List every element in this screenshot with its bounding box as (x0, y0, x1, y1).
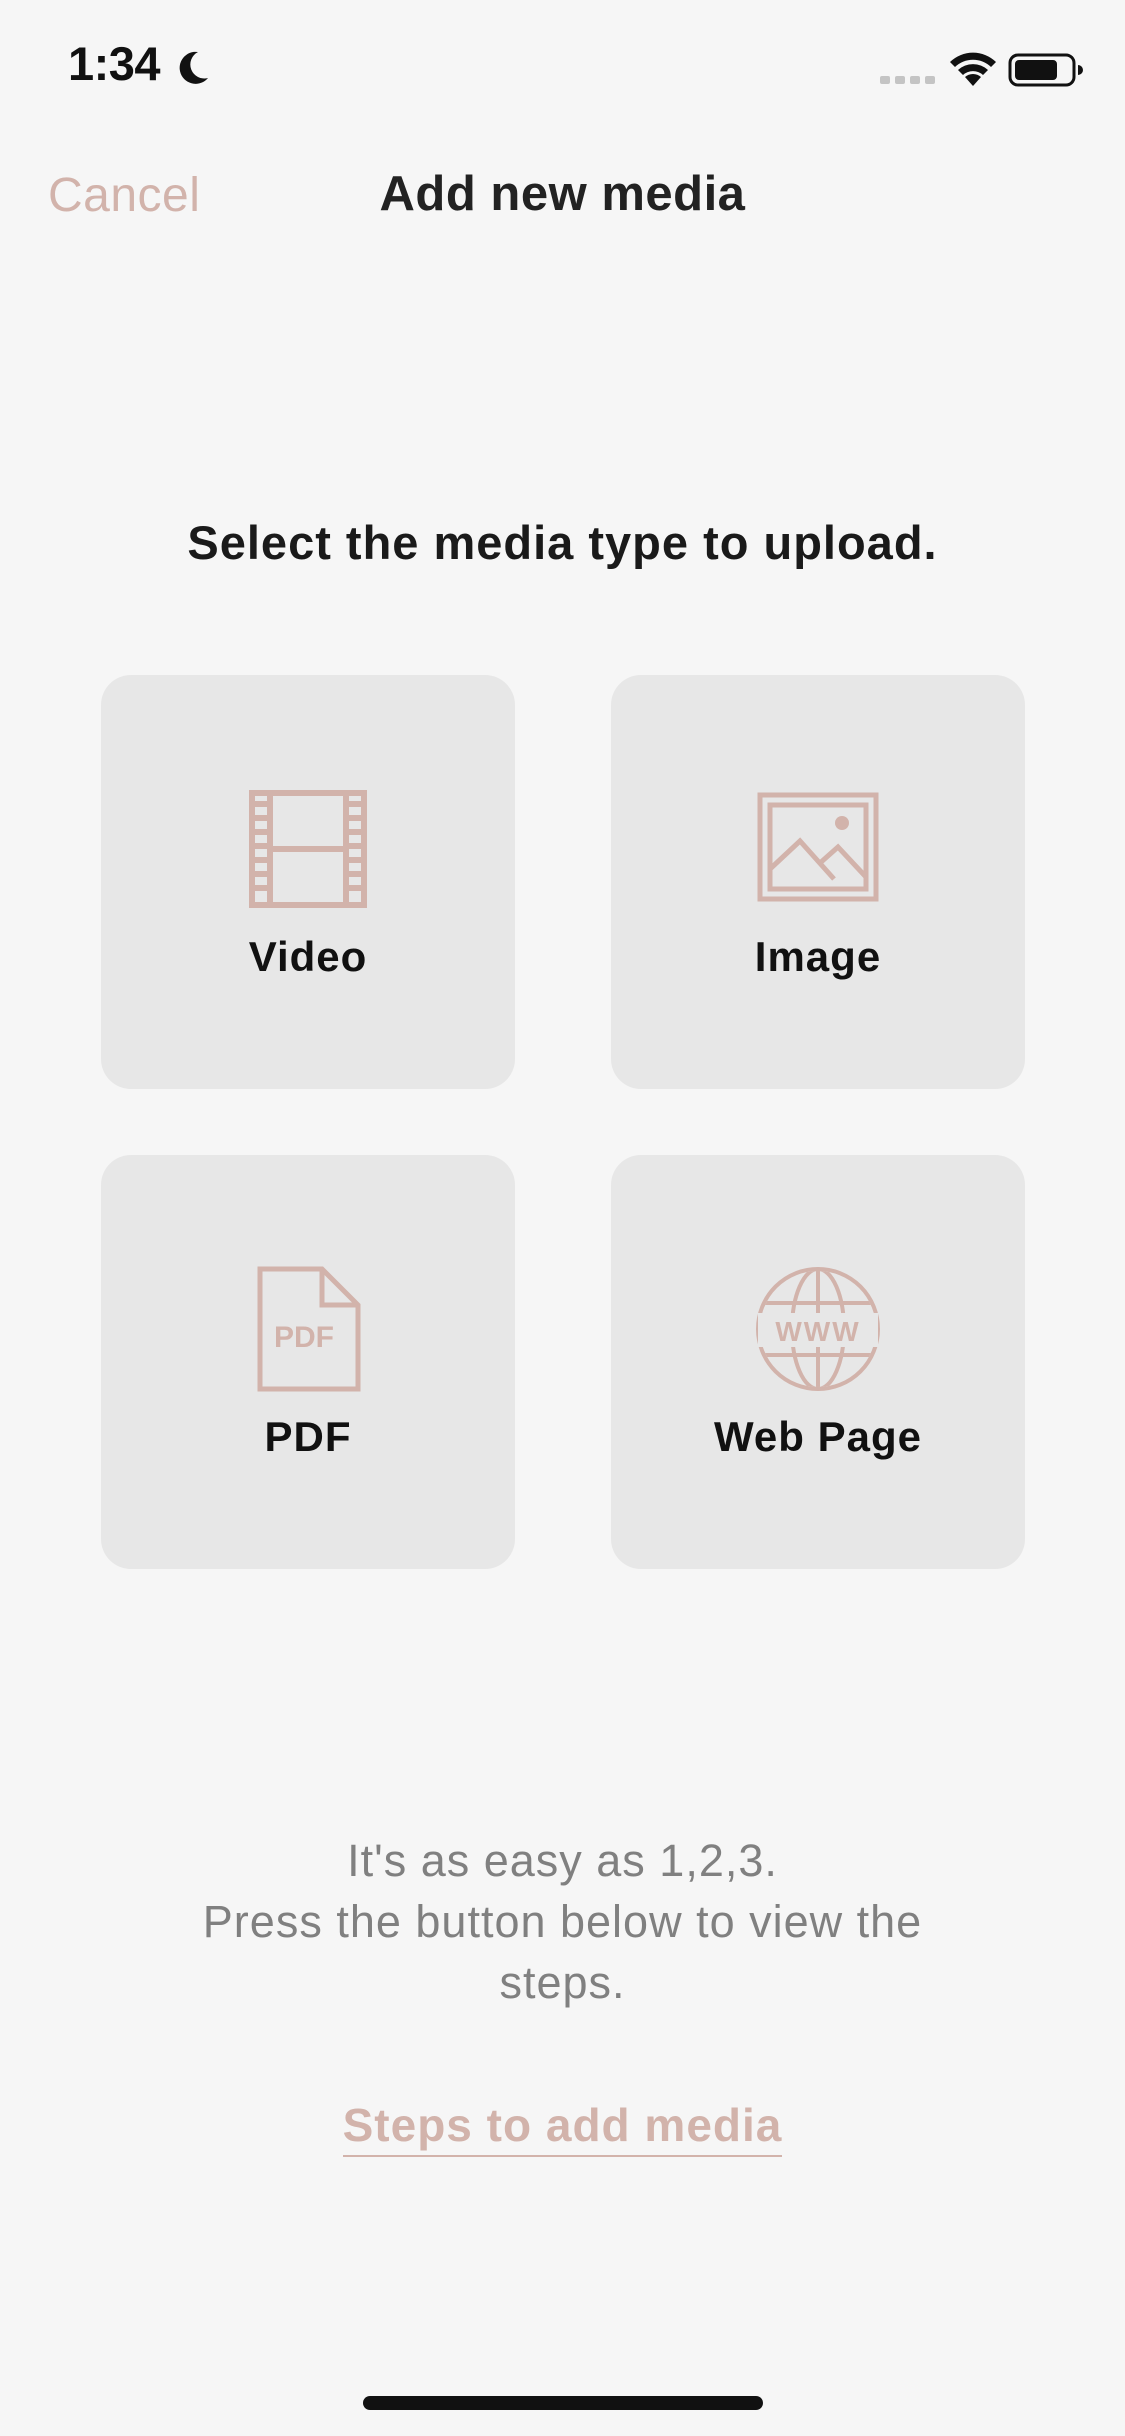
signal-icon (880, 76, 935, 84)
moon-icon (179, 51, 208, 84)
status-bar: 1:34 (0, 0, 1125, 135)
add-media-screen: 1:34 Cancel Add new media Select the med… (0, 0, 1125, 2436)
image-tile[interactable]: Image (611, 675, 1025, 1089)
pdf-file-icon: PDF (257, 1266, 361, 1392)
web-page-label: Web Page (714, 1413, 922, 1460)
media-type-prompt: Select the media type to upload. (187, 516, 938, 569)
page-title: Add new media (379, 167, 746, 221)
video-label: Video (248, 933, 368, 980)
info-text: It's as easy as 1,2,3. Press the button … (120, 1830, 1005, 2013)
info-line: It's as easy as 1,2,3. (347, 1835, 778, 1886)
wifi-icon (950, 52, 996, 86)
info-line: Press the button below to view the (202, 1896, 923, 1947)
svg-text:PDF: PDF (274, 1321, 334, 1354)
svg-text:WWW: WWW (775, 1316, 860, 1347)
battery-icon (1008, 53, 1083, 87)
pdf-tile[interactable]: PDF PDF (101, 1155, 515, 1569)
film-icon (249, 790, 367, 908)
steps-to-add-media-link[interactable]: Steps to add media (0, 2098, 1125, 2157)
status-time: 1:34 (68, 37, 161, 90)
image-label: Image (754, 933, 882, 980)
home-indicator[interactable] (363, 2396, 763, 2410)
steps-link-label: Steps to add media (342, 2099, 783, 2157)
info-line: steps. (499, 1957, 626, 2008)
globe-www-icon: WWW (756, 1267, 880, 1391)
image-icon (757, 792, 879, 902)
video-tile[interactable]: Video (101, 675, 515, 1089)
web-page-tile[interactable]: WWW Web Page (611, 1155, 1025, 1569)
pdf-label: PDF (264, 1413, 352, 1460)
